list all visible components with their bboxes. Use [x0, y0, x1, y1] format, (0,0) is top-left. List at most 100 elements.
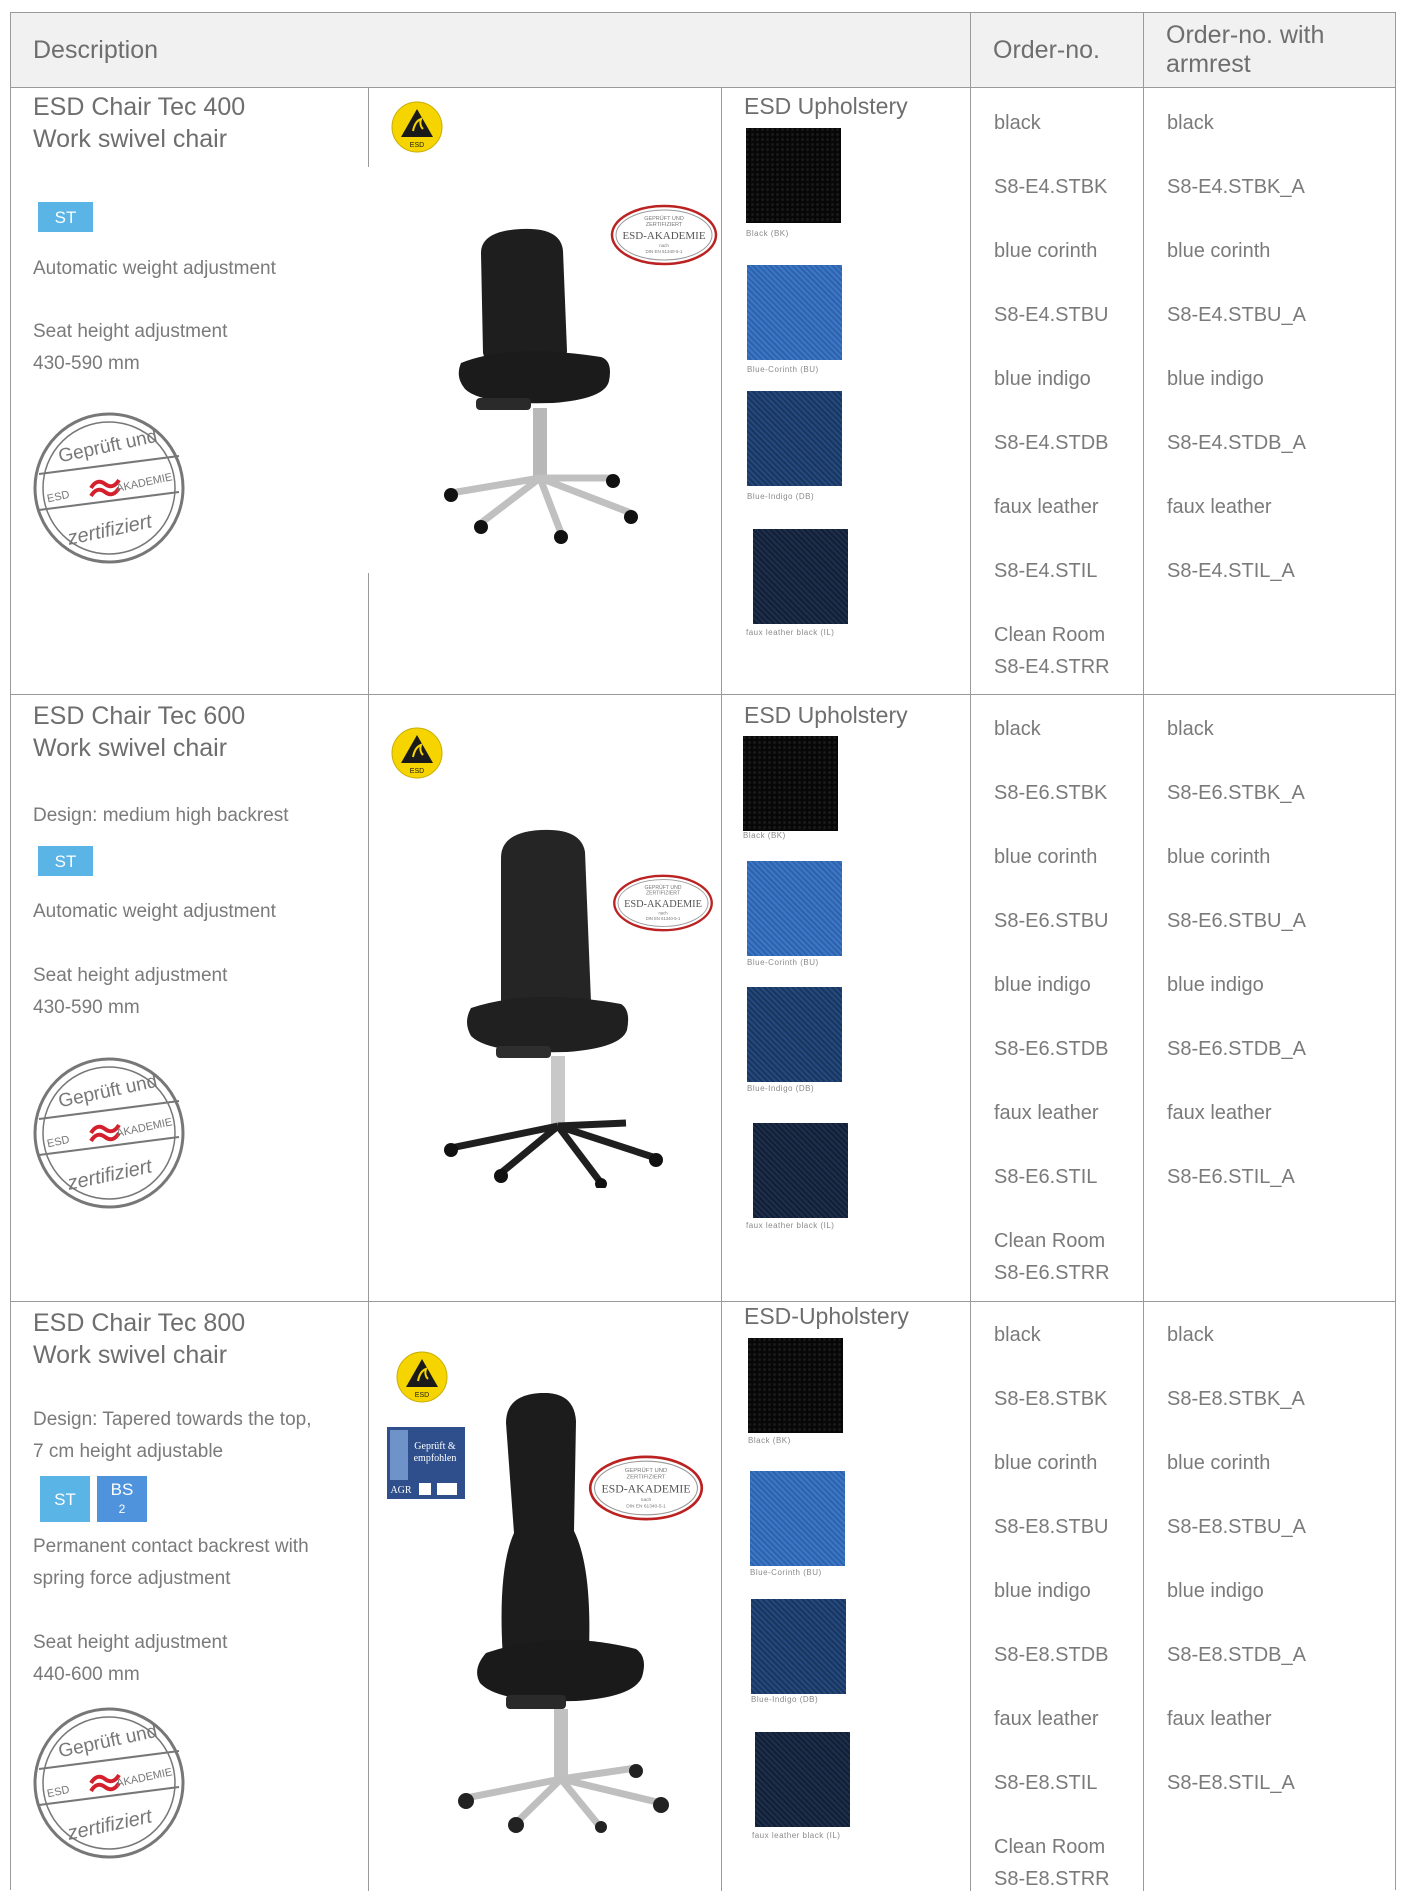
swatch-black[interactable]	[748, 1338, 843, 1433]
order-no-armrest-cell: S8-E8.STIL_A	[1167, 1772, 1295, 1794]
column-divider	[368, 87, 369, 167]
order-no-cell: blue indigo	[994, 1580, 1091, 1602]
design-text: Design: medium high backrest	[33, 805, 289, 826]
esd-akademie-stamp: Geprüft und AKADEMIE ESD zertifiziert	[33, 1707, 185, 1859]
order-no-cell: faux leather	[994, 1708, 1099, 1730]
order-no-cell: blue corinth	[994, 240, 1098, 262]
order-no-cell: S8-E4.STBK	[994, 176, 1108, 198]
order-no-cell: S8-E8.STBU	[994, 1516, 1109, 1538]
swatch-caption: Blue-Corinth (BU)	[747, 958, 819, 967]
chair-tec-400-image	[444, 228, 638, 544]
swatch-caption: Black (BK)	[743, 831, 786, 840]
order-no-armrest-cell: S8-E8.STBK_A	[1167, 1388, 1305, 1410]
order-no-cell: faux leather	[994, 496, 1099, 518]
column-divider	[721, 87, 722, 1891]
order-no-cell: S8-E6.STDB	[994, 1038, 1109, 1060]
order-no-armrest-cell: S8-E8.STDB_A	[1167, 1644, 1306, 1666]
order-no-cell: black	[994, 1324, 1041, 1346]
swatch-faux-leather[interactable]	[753, 529, 848, 624]
swatch-caption: faux leather black (IL)	[752, 1831, 841, 1840]
header-order-no: Order-no.	[993, 35, 1100, 64]
order-no-armrest-cell: S8-E4.STBU_A	[1167, 304, 1306, 326]
order-no-cell: S8-E6.STBK	[994, 782, 1108, 804]
swatch-blue-corinth[interactable]	[747, 265, 842, 360]
order-no-cell: blue corinth	[994, 1452, 1098, 1474]
esd-warning-icon: ESD	[391, 727, 443, 779]
order-no-armrest-cell: blue corinth	[1167, 240, 1271, 262]
feature-text: Seat height adjustment	[33, 965, 228, 986]
order-no-armrest-cell: blue indigo	[1167, 1580, 1264, 1602]
order-no-armrest-cell: black	[1167, 1324, 1214, 1346]
upholstery-heading: ESD-Upholstery	[744, 1303, 909, 1329]
order-no-armrest-cell: faux leather	[1167, 1708, 1272, 1730]
order-no-cell: S8-E8.STRR	[994, 1868, 1110, 1890]
order-no-armrest-cell: S8-E8.STBU_A	[1167, 1516, 1306, 1538]
order-no-armrest-cell: faux leather	[1167, 1102, 1272, 1124]
feature-text: Automatic weight adjustment	[33, 258, 276, 279]
swatch-blue-indigo[interactable]	[747, 987, 842, 1082]
order-no-cell: Clean Room	[994, 1836, 1106, 1858]
product-subtitle: Work swivel chair	[33, 1341, 228, 1369]
swatch-caption: Black (BK)	[748, 1436, 791, 1445]
swatch-caption: Black (BK)	[746, 229, 789, 238]
header-order-no-armrest: Order-no. with armrest	[1166, 21, 1325, 78]
order-no-armrest-cell: black	[1167, 112, 1214, 134]
order-no-armrest-cell: S8-E6.STIL_A	[1167, 1166, 1295, 1188]
badge-st: ST	[40, 1476, 90, 1522]
swatch-caption: Blue-Indigo (DB)	[747, 1084, 815, 1093]
agr-brand: AGR	[390, 1485, 411, 1496]
column-divider	[368, 573, 369, 1891]
feature-text: 430-590 mm	[33, 353, 140, 374]
order-no-cell: S8-E6.STBU	[994, 910, 1109, 932]
row-divider	[11, 1301, 1395, 1302]
esd-warning-icon: ESD	[391, 101, 443, 153]
esd-akademie-stamp: Geprüft und AKADEMIE ESD zertifiziert	[33, 1057, 185, 1209]
row-divider	[11, 694, 1395, 695]
order-no-cell: S8-E8.STDB	[994, 1644, 1109, 1666]
order-no-cell: S8-E4.STDB	[994, 432, 1109, 454]
order-no-armrest-cell: S8-E4.STDB_A	[1167, 432, 1306, 454]
upholstery-heading: ESD Upholstery	[744, 702, 908, 728]
order-no-cell: black	[994, 112, 1041, 134]
order-no-cell: S8-E4.STRR	[994, 656, 1110, 678]
design-text: Design: Tapered towards the top,	[33, 1409, 312, 1430]
feature-text: 440-600 mm	[33, 1664, 140, 1685]
swatch-blue-indigo[interactable]	[747, 391, 842, 486]
order-no-cell: S8-E4.STBU	[994, 304, 1109, 326]
swatch-blue-corinth[interactable]	[747, 861, 842, 956]
feature-text: Permanent contact backrest with	[33, 1536, 309, 1557]
order-no-armrest-cell: blue corinth	[1167, 1452, 1271, 1474]
order-no-cell: blue indigo	[994, 368, 1091, 390]
order-no-armrest-cell: S8-E4.STBK_A	[1167, 176, 1305, 198]
swatch-blue-corinth[interactable]	[750, 1471, 845, 1566]
feature-text: Seat height adjustment	[33, 321, 228, 342]
order-no-armrest-cell: S8-E4.STIL_A	[1167, 560, 1295, 582]
badge-bs-label: BS	[110, 1479, 134, 1499]
header-description: Description	[33, 35, 159, 64]
product-subtitle: Work swivel chair	[33, 125, 228, 153]
design-text: 7 cm height adjustable	[33, 1441, 224, 1462]
order-no-armrest-cell: S8-E6.STDB_A	[1167, 1038, 1306, 1060]
order-no-armrest-cell: blue corinth	[1167, 846, 1271, 868]
swatch-faux-leather[interactable]	[755, 1732, 850, 1827]
feature-text: 430-590 mm	[33, 997, 140, 1018]
order-no-armrest-cell: faux leather	[1167, 496, 1272, 518]
upholstery-heading: ESD Upholstery	[744, 93, 908, 119]
swatch-faux-leather[interactable]	[753, 1123, 848, 1218]
chair-tec-800-image	[458, 1393, 669, 1833]
esd-icon-label: ESD	[410, 768, 424, 775]
swatch-black[interactable]	[743, 736, 838, 831]
order-no-cell: S8-E8.STIL	[994, 1772, 1098, 1794]
cert-line: GEPRÜFT UND	[644, 215, 684, 222]
swatch-blue-indigo[interactable]	[751, 1599, 846, 1694]
badge-st: ST	[38, 846, 93, 876]
badge-bs2: BS 2	[97, 1476, 147, 1522]
order-no-cell: S8-E4.STIL	[994, 560, 1098, 582]
esd-akademie-stamp: Geprüft und AKADEMIE ESD zertifiziert	[33, 412, 185, 564]
product-table: Description Order-no. Order-no. with arm…	[10, 12, 1396, 1891]
esd-icon-label: ESD	[415, 1392, 429, 1399]
swatch-black[interactable]	[746, 128, 841, 223]
product-title: ESD Chair Tec 600	[33, 702, 246, 730]
order-no-armrest-cell: S8-E6.STBK_A	[1167, 782, 1305, 804]
order-no-cell: Clean Room	[994, 1230, 1106, 1252]
